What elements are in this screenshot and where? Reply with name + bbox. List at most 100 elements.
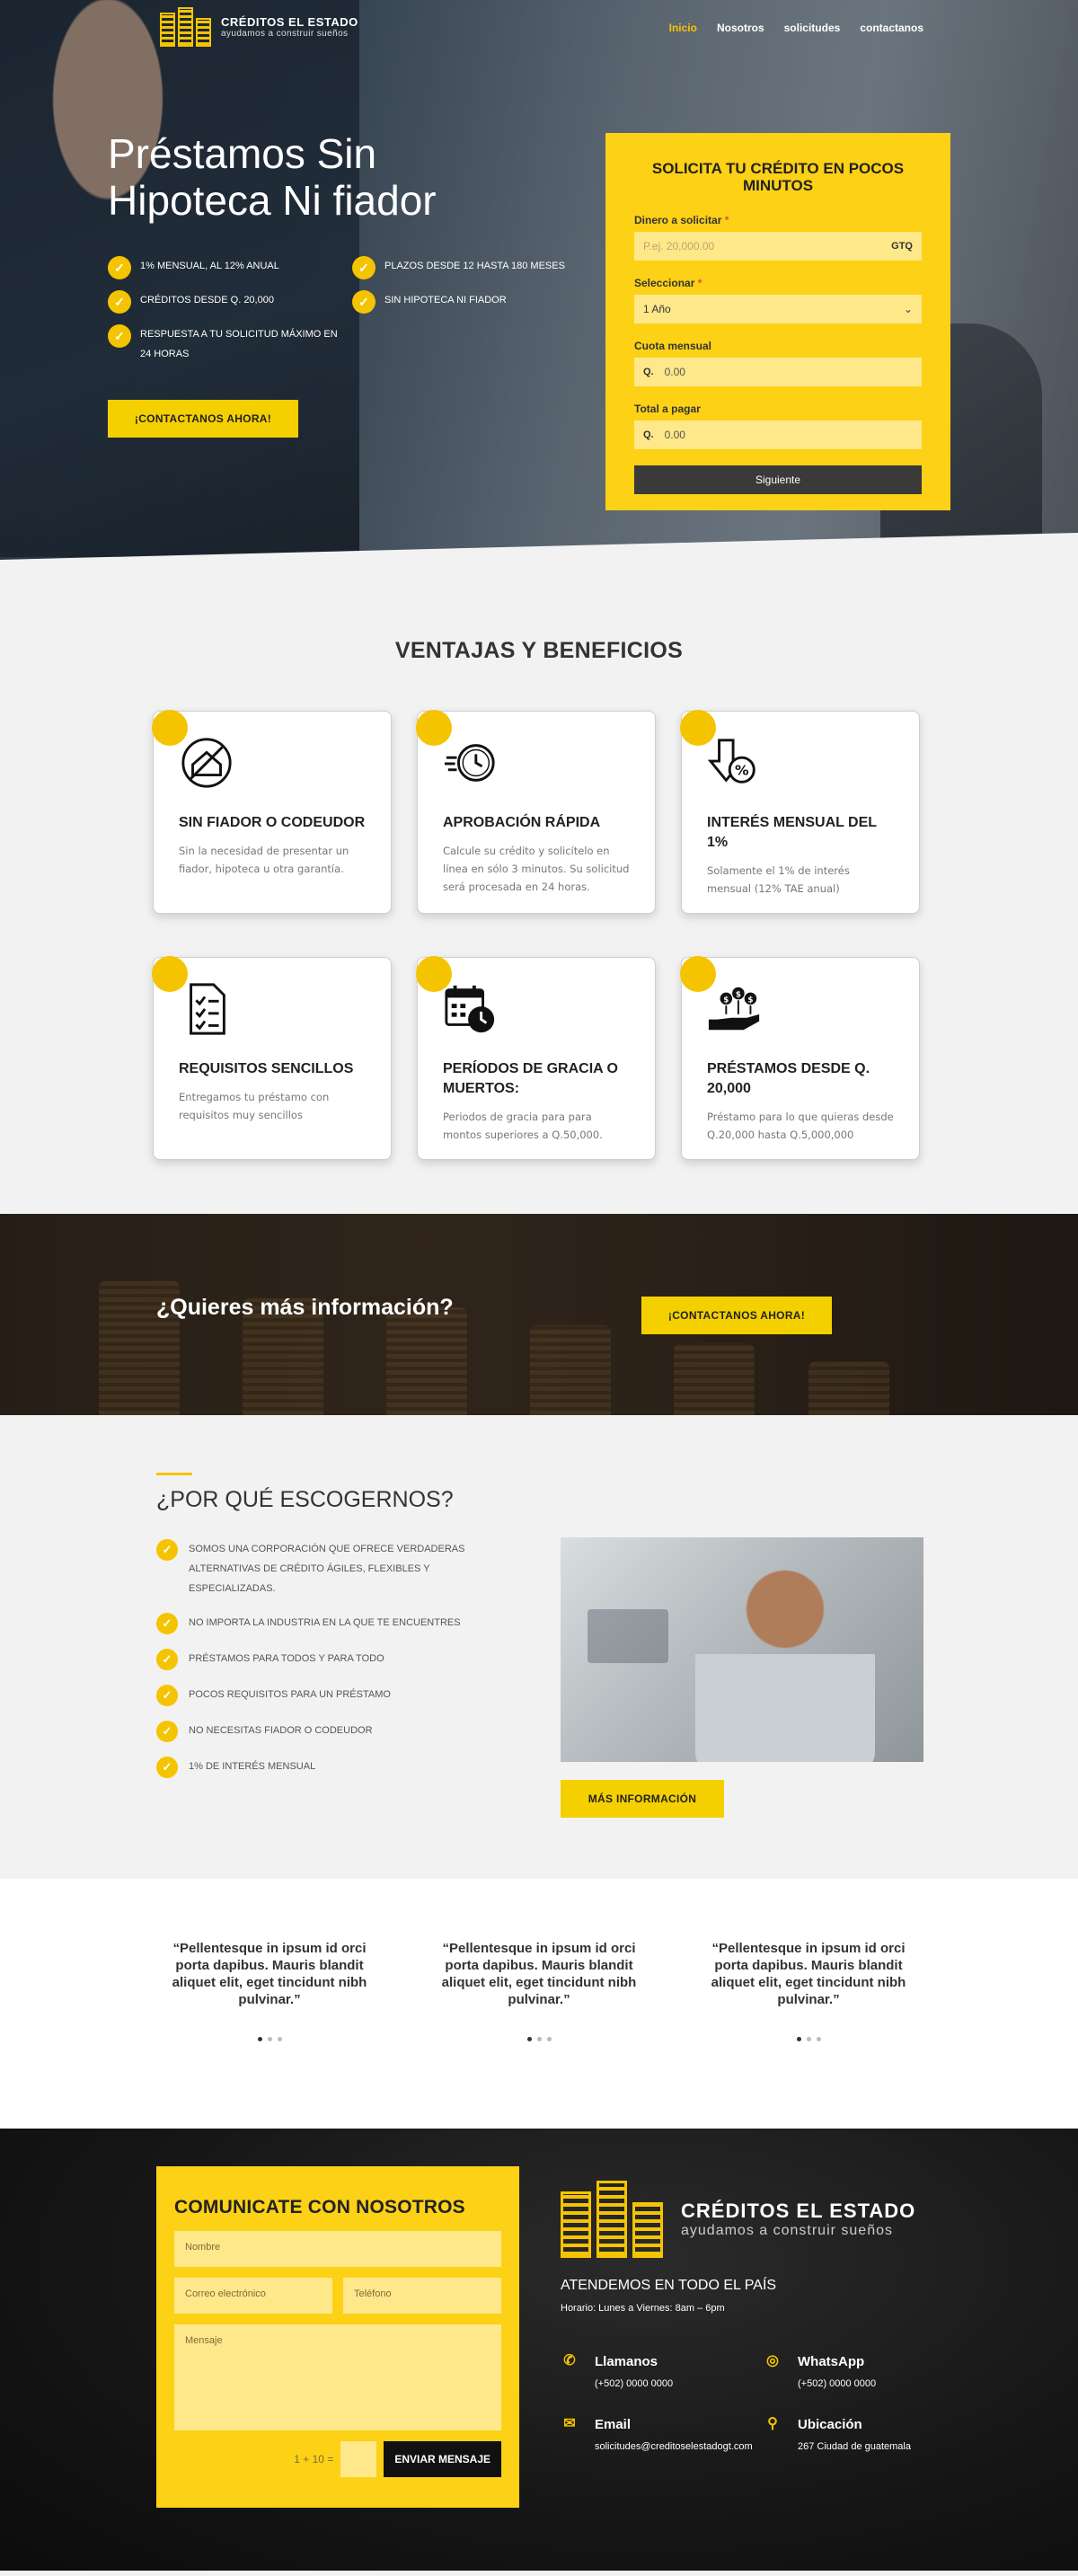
total-value: 0.00 [664,429,685,441]
check-icon: ✓ [108,256,131,279]
calendar-clock-icon [445,985,495,1033]
monthly-quota-field[interactable]: Q. 0.00 [634,358,922,386]
brand-logo[interactable]: CRÉDITOS EL ESTADO ayudamos a construir … [160,7,358,47]
hero-content: Préstamos Sin Hipoteca Ni fiador ✓ 1% MEN… [108,130,593,438]
email-icon: ✉ [563,2416,576,2431]
brand-name: CRÉDITOS EL ESTADO [221,15,358,29]
captcha-input[interactable] [340,2441,377,2477]
check-icon: ✓ [156,1649,178,1670]
slider-dots[interactable] [171,2037,368,2041]
amount-input[interactable]: P.ej. 20,000.00 GTQ [634,232,922,261]
testimonial: “Pellentesque in ipsum id orci porta dap… [171,1940,368,2041]
business-hours: Horario: Lunes a Viernes: 8am – 6pm [561,2303,725,2314]
check-icon: ✓ [156,1757,178,1778]
term-value: 1 Año [643,303,671,315]
loan-request-form: SOLICITA TU CRÉDITO EN POCOS MINUTOS Din… [605,133,950,510]
list-item: ✓ POCOS REQUISITOS PARA UN PRÉSTAMO [156,1685,489,1706]
brand-tagline: ayudamos a construir sueños [221,29,349,39]
send-message-button[interactable]: ENVIAR MENSAJE [384,2441,501,2477]
hero-check-item: ✓ 1% MENSUAL, AL 12% ANUAL [108,256,352,279]
list-item: ✓ 1% DE INTERÉS MENSUAL [156,1757,489,1778]
info-cta-band: ¿Quieres más información? ¡CONTACTANOS A… [0,1214,1078,1415]
benefit-card: PERÍODOS DE GRACIA O MUERTOS: Periodos d… [416,956,656,1160]
hero-check-item: ✓ SIN HIPOTECA NI FIADOR [352,290,586,314]
amount-placeholder: P.ej. 20,000.00 [643,240,715,252]
contact-phone[interactable]: ✆ Llamanos (+502) 0000 0000 [561,2353,764,2389]
slider-dots[interactable] [710,2037,907,2041]
contact-whatsapp[interactable]: ◎ WhatsApp (+502) 0000 0000 [764,2353,943,2389]
check-icon: ✓ [156,1721,178,1742]
term-select[interactable]: 1 Año ⌄ [634,295,922,323]
benefit-card: APROBACIÓN RÁPIDA Calcule su crédito y s… [416,710,656,914]
check-icon: ✓ [156,1613,178,1634]
contact-email[interactable]: ✉ Email solicitudes@creditoselestadogt.co… [561,2416,764,2452]
testimonial: “Pellentesque in ipsum id orci porta dap… [440,1940,638,2041]
benefit-card: % INTERÉS MENSUAL DEL 1% Solamente el 1%… [680,710,920,914]
total-field[interactable]: Q. 0.00 [634,420,922,449]
hand-coins-icon: $ $ $ [708,987,760,1031]
slider-dots[interactable] [440,2037,638,2041]
list-item: ✓ SOMOS UNA CORPORACIÓN QUE OFRECE VERDAD… [156,1539,489,1598]
benefits-grid: SIN FIADOR O CODEUDOR Sin la necesidad d… [152,710,925,1160]
checklist-icon [190,983,225,1035]
list-item: ✓ NO IMPORTA LA INDUSTRIA EN LA QUE TE EN… [156,1613,489,1634]
currency-suffix: GTQ [891,241,913,252]
hero-section: CRÉDITOS EL ESTADO ayudamos a construir … [0,0,1078,586]
svg-text:$: $ [747,996,753,1005]
name-field[interactable]: Nombre [174,2231,501,2267]
svg-text:%: % [735,763,749,779]
message-textarea[interactable]: Mensaje [174,2324,501,2430]
phone-field[interactable]: Teléfono [343,2278,501,2314]
benefit-card: SIN FIADOR O CODEUDOR Sin la necesidad d… [152,710,392,914]
more-info-button[interactable]: MÁS INFORMACIÓN [561,1780,724,1818]
check-icon: ✓ [108,290,131,314]
fast-clock-icon [444,744,495,782]
nav-item-nosotros[interactable]: Nosotros [717,22,764,34]
main-menu: Inicio Nosotros solicitudes contactanos [669,22,923,34]
nav-item-inicio[interactable]: Inicio [669,22,697,34]
next-button[interactable]: Siguiente [634,465,922,494]
hero-check-item: ✓ RESPUESTA A TU SOLICITUD MÁXIMO EN 24 H… [108,324,352,364]
smiling-man-photo [561,1537,923,1762]
logo-buildings-icon [561,2181,668,2258]
band-contact-button[interactable]: ¡CONTACTANOS AHORA! [641,1297,832,1334]
why-us-section: ¿POR QUÉ ESCOGERNOS? ✓ SOMOS UNA CORPORAC… [0,1415,1078,1879]
check-icon: ✓ [352,256,376,279]
why-us-title: ¿POR QUÉ ESCOGERNOS? [156,1487,454,1512]
hero-check-item: ✓ PLAZOS DESDE 12 HASTA 180 MESES [352,256,586,279]
percent-down-arrow-icon: % [707,739,755,783]
loan-form-title: SOLICITA TU CRÉDITO EN POCOS MINUTOS [651,160,905,194]
testimonials-section: “Pellentesque in ipsum id orci porta dap… [0,1879,1078,2129]
benefit-card: $ $ $ PRÉSTAMOS DESDE Q. 20,000 Préstamo… [680,956,920,1160]
hero-checklist: ✓ 1% MENSUAL, AL 12% ANUAL ✓ PLAZOS DESDE … [108,256,593,364]
contact-location[interactable]: ⚲ Ubicación 267 Ciudad de guatemala [764,2416,943,2452]
benefits-section: VENTAJAS Y BENEFICIOS SIN FIADOR O CODEU… [0,586,1078,1214]
testimonial: “Pellentesque in ipsum id orci porta dap… [710,1940,907,2041]
phone-icon: ✆ [563,2353,576,2368]
email-field[interactable]: Correo electrónico [174,2278,332,2314]
nav-item-contactanos[interactable]: contactanos [860,22,923,34]
check-icon: ✓ [352,290,376,314]
svg-text:$: $ [723,996,729,1005]
check-icon: ✓ [156,1539,178,1561]
footer-section: COMUNICATE CON NOSOTROS Nombre Correo el… [0,2129,1078,2571]
title-accent-bar [156,1473,192,1475]
captcha-question: 1 + 10 = [294,2453,334,2465]
band-title: ¿Quieres más información? [156,1295,454,1320]
footer-info: CRÉDITOS EL ESTADO ayudamos a construir … [561,2181,938,2452]
svg-text:$: $ [736,990,741,999]
nav-item-solicitudes[interactable]: solicitudes [784,22,841,34]
list-item: ✓ NO NECESITAS FIADOR O CODEUDOR [156,1721,489,1742]
benefits-title: VENTAJAS Y BENEFICIOS [394,638,684,663]
total-label: Total a pagar [634,403,701,415]
benefit-card: REQUISITOS SENCILLOS Entregamos tu prést… [152,956,392,1160]
monthly-quota-value: 0.00 [664,366,685,378]
footer-heading: ATENDEMOS EN TODO EL PAÍS [561,2278,777,2293]
contact-form: COMUNICATE CON NOSOTROS Nombre Correo el… [156,2166,519,2508]
why-us-list: ✓ SOMOS UNA CORPORACIÓN QUE OFRECE VERDAD… [156,1539,489,1793]
hero-contact-button[interactable]: ¡CONTACTANOS AHORA! [108,400,298,438]
house-no-guarantor-icon [181,738,232,788]
term-label: Seleccionar [634,277,695,289]
check-icon: ✓ [108,324,131,348]
top-nav: CRÉDITOS EL ESTADO ayudamos a construir … [0,0,1078,58]
